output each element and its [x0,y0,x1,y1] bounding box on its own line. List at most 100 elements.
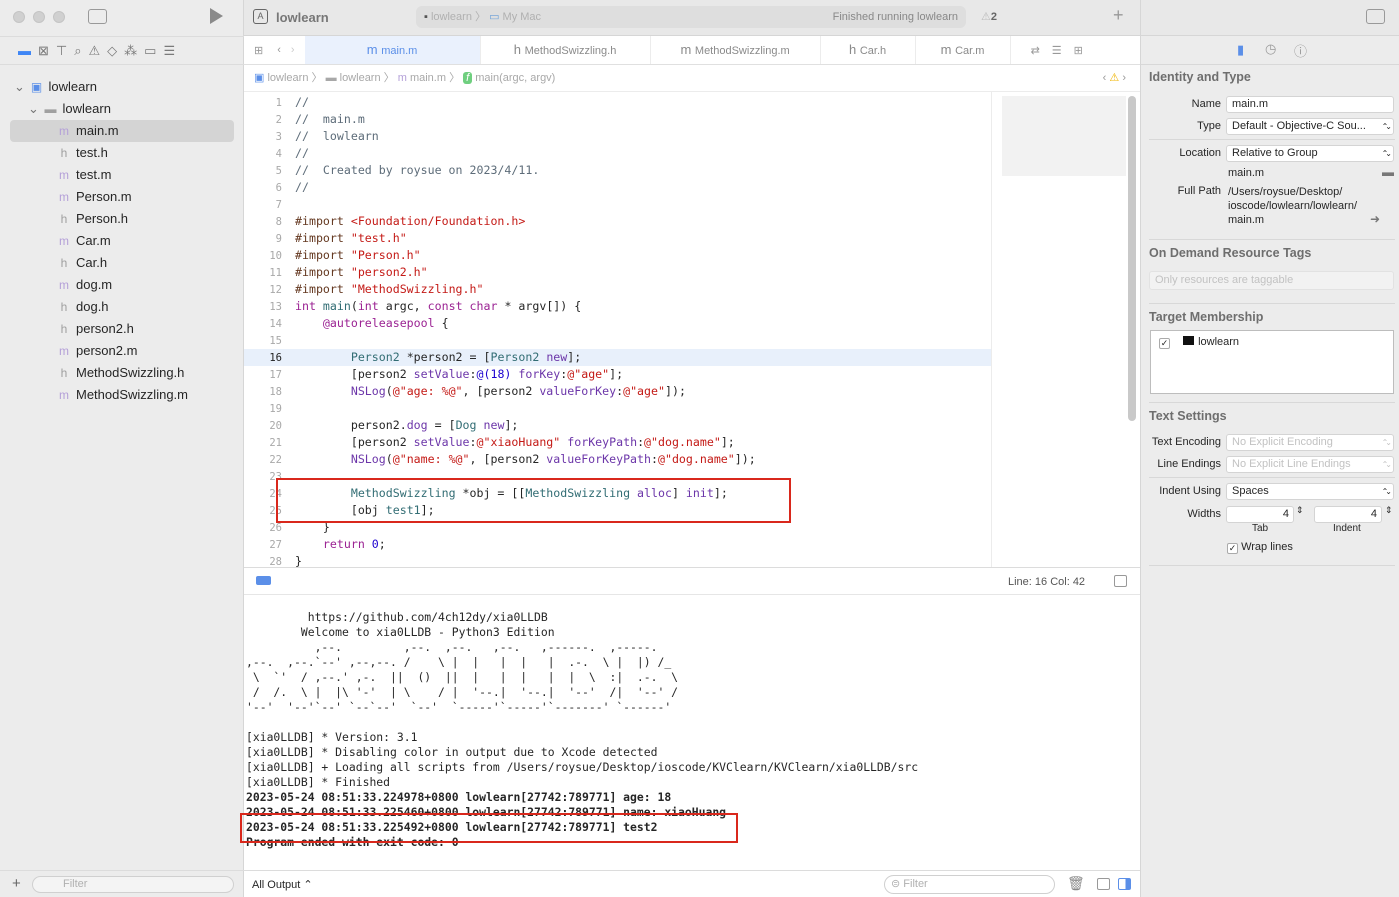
folder-icon[interactable]: ▬ [18,43,31,58]
tree-file[interactable]: h Person.h [0,208,244,230]
debug-icon[interactable]: ⁂ [124,43,137,59]
minimap-viewport[interactable] [1002,96,1126,176]
line-number[interactable]: 11 [244,265,282,282]
line-number[interactable]: 28 [244,554,282,567]
run-button[interactable] [210,8,223,24]
line-number[interactable]: 21 [244,435,282,452]
hide-debug-area-icon[interactable] [1114,575,1127,587]
back-icon[interactable]: ‹ [273,44,285,56]
line-number[interactable]: 8 [244,214,282,231]
line-number[interactable]: 17 [244,367,282,384]
tree-file[interactable]: m person2.m [0,340,244,362]
line-number[interactable]: 5 [244,163,282,180]
source-control-icon[interactable]: ⊠ [38,43,49,59]
line-number[interactable]: 27 [244,537,282,554]
line-number[interactable]: 22 [244,452,282,469]
sidebar-toggle-icon[interactable] [88,9,107,24]
scheme-selector[interactable]: lowlearn [431,11,472,23]
minimap-toggle-icon[interactable]: ☰ [1046,44,1068,57]
line-number[interactable]: 10 [244,248,282,265]
tree-file[interactable]: m Car.m [0,230,244,252]
encoding-popup[interactable]: No Explicit Encoding [1226,434,1394,451]
breakpoint-icon[interactable]: ▭ [144,43,156,59]
tree-file[interactable]: m MethodSwizzling.m [0,384,244,406]
line-number[interactable]: 13 [244,299,282,316]
variables-view-icon[interactable] [1097,878,1110,890]
indent-popup[interactable]: Spaces [1226,483,1394,500]
grid-icon[interactable]: ⊞ [244,44,273,57]
indent-width-field[interactable]: 4 [1314,506,1382,523]
tree-file[interactable]: h MethodSwizzling.h [0,362,244,384]
tab-width-stepper[interactable]: ⇕ [1296,505,1304,516]
forward-icon[interactable]: › [285,44,305,56]
line-number[interactable]: 14 [244,316,282,333]
tree-file[interactable]: m dog.m [0,274,244,296]
minimap[interactable] [991,92,1126,567]
line-number[interactable]: 16 [244,350,282,367]
zoom-window-button[interactable] [53,11,65,23]
tree-file[interactable]: m test.m [0,164,244,186]
tree-group[interactable]: ⌄ ▬ lowlearn [0,98,244,120]
line-number[interactable]: 18 [244,384,282,401]
reveal-arrow-icon[interactable]: ➜ [1370,212,1380,226]
symbol-icon[interactable]: ⊤ [56,43,67,59]
wrap-lines-checkbox[interactable]: ✓ Wrap lines [1227,541,1293,554]
test-icon[interactable]: ◇ [107,43,117,59]
location-popup[interactable]: Relative to Group [1226,145,1394,162]
output-selector[interactable]: All Output ⌃ [252,878,313,891]
tree-file[interactable]: m Person.m [0,186,244,208]
file-icon[interactable]: ▮ [1237,42,1244,58]
report-icon[interactable]: ☰ [163,43,175,59]
inspector-toggle-icon[interactable] [1366,9,1385,24]
line-number[interactable]: 7 [244,197,282,214]
indent-width-stepper[interactable]: ⇕ [1385,505,1393,516]
line-number[interactable]: 12 [244,282,282,299]
tab-car-m[interactable]: m Car.m [916,36,1011,64]
name-field[interactable]: main.m [1226,96,1394,113]
line-number[interactable]: 15 [244,333,282,350]
activity-view[interactable]: ▪ lowlearn 〉 ▭ My Mac Finished running l… [416,6,966,28]
target-checkbox[interactable]: ✓ [1159,338,1170,349]
line-number[interactable]: 20 [244,418,282,435]
tab-width-field[interactable]: 4 [1226,506,1294,523]
navigator-filter-input[interactable]: Filter [32,876,234,893]
folder-icon[interactable]: ▬ [1382,165,1394,179]
tree-project[interactable]: ⌄ ▣ lowlearn [0,76,244,98]
line-number[interactable]: 1 [244,95,282,112]
tab-car-h[interactable]: h Car.h [821,36,916,64]
console-filter-input[interactable]: ⊜ Filter [884,875,1055,894]
type-popup[interactable]: Default - Objective-C Sou... [1226,118,1394,135]
jump-project[interactable]: lowlearn [267,72,308,84]
trash-icon[interactable]: 🗑 [1067,875,1085,892]
tab-main-m[interactable]: m main.m [304,36,481,64]
tab-methodswizzling-h[interactable]: h MethodSwizzling.h [481,36,651,64]
odr-tags-field[interactable]: Only resources are taggable [1149,271,1394,290]
help-icon[interactable]: ⓘ [1294,41,1307,60]
add-icon[interactable]: + [12,875,21,892]
line-number[interactable]: 4 [244,146,282,163]
console-view-icon[interactable] [1118,878,1131,890]
jump-group[interactable]: lowlearn [340,72,381,84]
tab-person-m[interactable]: m Person.m [1011,36,1025,64]
line-number[interactable]: 3 [244,129,282,146]
issue-nav[interactable]: ‹ ⚠ › [1103,65,1126,92]
editor-scrollbar[interactable] [1128,96,1136,421]
destination-selector[interactable]: My Mac [503,11,542,23]
line-number[interactable]: 6 [244,180,282,197]
close-window-button[interactable] [13,11,25,23]
tree-file[interactable]: h test.h [0,142,244,164]
line-endings-popup[interactable]: No Explicit Line Endings [1226,456,1394,473]
warnings-badge[interactable]: ⚠2 [981,10,997,23]
tree-file[interactable]: h person2.h [0,318,244,340]
warning-icon[interactable]: ⚠ [89,43,101,59]
swap-icon[interactable]: ⇄ [1025,44,1046,57]
search-icon[interactable]: ⌕ [74,43,81,59]
line-number[interactable]: 2 [244,112,282,129]
breakpoints-toggle-icon[interactable] [256,576,271,585]
split-editor-icon[interactable]: ⊞ [1068,44,1089,57]
tree-file[interactable]: m main.m [10,120,234,142]
line-number[interactable]: 9 [244,231,282,248]
history-icon[interactable]: ◷ [1265,41,1276,57]
tab-methodswizzling-m[interactable]: m MethodSwizzling.m [651,36,821,64]
tree-file[interactable]: h dog.h [0,296,244,318]
